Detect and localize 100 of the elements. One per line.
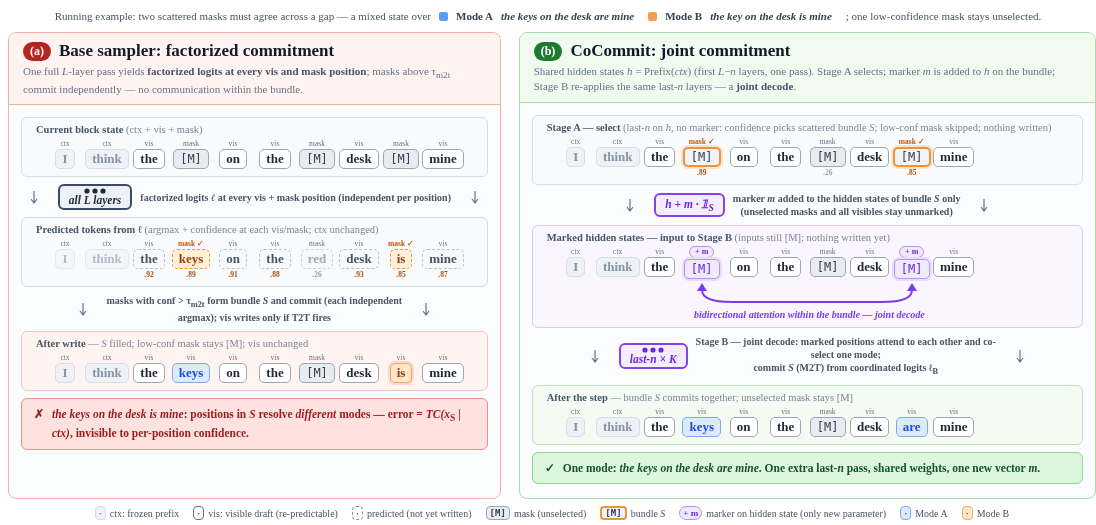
token-chip: the [644, 256, 676, 277]
token-chip: [M] [809, 256, 846, 277]
verdict-mark: ✓ [544, 460, 555, 476]
token-chip: think [85, 363, 129, 384]
arrow-down-icon [626, 197, 635, 212]
dots-icon [642, 347, 665, 354]
legend-swatch: · [900, 506, 912, 520]
token-chip: I [566, 416, 586, 437]
panel-badge: (b) [533, 41, 563, 61]
step-note: masks with conf > τ$_{m2t}$ form bundle S and commit (each independent argmax); vis writes only if T2T fires [106, 294, 403, 325]
token-chip: the [259, 249, 291, 270]
token-chip: desk [850, 256, 890, 277]
panel-title: Base sampler: factorized commitment [59, 41, 335, 61]
token-chip: on [729, 256, 758, 277]
legend-label: bundle S [630, 507, 666, 519]
legend-swatch: · [961, 506, 973, 520]
token-chip: the [770, 256, 802, 277]
panel-badge: (a) [23, 41, 51, 61]
token-chip: I [566, 256, 586, 277]
token-chip: [M] [892, 146, 931, 167]
step-note: marker m added to the hidden states of bundle S only (unselected masks and all visibles stay unmarked) [732, 191, 961, 218]
layer-chip: all L layers [57, 184, 133, 211]
legend-swatch: [M] [600, 506, 627, 520]
token-chip: mine [932, 416, 975, 437]
legend-label: ctx: frozen prefix [109, 507, 180, 519]
intro-text: ; one low-confidence mask stays unselected. [845, 10, 1042, 22]
token-chip: on [219, 249, 247, 270]
legend-swatch: · [94, 506, 106, 520]
legend-label: mask (unselected) [513, 507, 587, 519]
token-chip: desk [339, 149, 379, 170]
panel-description: Shared hidden states h = Prefix(ctx) (first L−n layers, one pass). Stage A selects; marker m is added to h on the bundle; Stage B re-applies the same last-n layers — a joint decode. [533, 64, 1057, 95]
legend-swatch: + m [679, 506, 703, 520]
legend-label: marker on hidden state (only new parameter) [706, 507, 887, 519]
card-heading: After write — S filled; low-conf mask stays [M]; vis unchanged [36, 338, 310, 350]
token-chip: [M] [682, 146, 721, 167]
legend-label: Mode A [915, 507, 948, 519]
token-chip: the [259, 149, 291, 170]
token-chip: is [389, 249, 413, 270]
token-chip: I [566, 146, 586, 167]
legend-swatch: · [193, 506, 205, 520]
token-chip: the [259, 363, 291, 384]
token-chip: I [55, 363, 75, 384]
arrow-down-icon [470, 190, 479, 205]
token-chip: are [895, 416, 928, 437]
intro-text: Running example: two scattered masks must agree across a gap — a mixed state over [54, 10, 431, 22]
token-chip: [M] [299, 363, 335, 384]
arrow-down-icon [590, 349, 599, 364]
arrow-down-icon [29, 190, 38, 205]
token-chip: mine [932, 146, 975, 167]
legend-label: Mode B [976, 507, 1010, 519]
verdict-text: One mode: the keys on the desk are mine. One extra last-n pass, shared weights, one new vector m. [562, 460, 1041, 477]
token-chip: mine [932, 256, 975, 277]
token-chip: on [219, 149, 247, 170]
token-chip: [M] [383, 149, 419, 170]
arrow-down-icon [422, 302, 431, 317]
layer-chip: h + m · 𝟙$_{S}$ [654, 192, 725, 217]
step-note: Stage B — joint decode: marked positions attend to each other and co- select one mode; commit S (M2T) from coordinated logits ℓ$_{B}$ [695, 334, 996, 378]
token-chip: desk [850, 146, 890, 167]
token-chip: [M] [173, 149, 209, 170]
card-heading: Predicted tokens from ℓ (argmax + confidence at each vis/mask; ctx unchanged) [36, 224, 380, 236]
token-chip: [M] [809, 416, 846, 437]
mode-label: Mode A [456, 10, 493, 22]
legend-label: predicted (not yet written) [366, 507, 472, 519]
token-chip: desk [850, 416, 890, 437]
legend-swatch: · [351, 506, 363, 520]
mode-label: Mode B [665, 10, 703, 22]
token-chip: keys [682, 416, 721, 437]
legend-swatch: [M] [485, 506, 510, 520]
token-chip: think [85, 249, 129, 270]
token-chip: keys [171, 363, 211, 384]
token-chip: [M] [809, 146, 846, 167]
token-chip: red [300, 249, 334, 270]
token-chip: mine [422, 249, 464, 270]
token-chip: the [133, 149, 165, 170]
token-chip: mine [422, 363, 464, 384]
legend-label: vis: visible draft (re-predictable) [208, 507, 338, 519]
token-chip: mine [422, 149, 464, 170]
token-chip: [M] [683, 258, 720, 279]
token-chip: [M] [893, 258, 930, 279]
panel-title: CoCommit: joint commitment [570, 41, 791, 61]
token-chip: the [770, 416, 802, 437]
token-chip: is [389, 363, 413, 384]
panel-description: One full L-layer pass yields factorized logits at every vis and mask position; masks above τ$_{m2t}$ commit independently — no communication within the bundle. [23, 64, 452, 97]
token-chip: the [133, 249, 165, 270]
mode-example: the keys on the desk are mine [501, 10, 635, 22]
token-chip: on [729, 146, 758, 167]
token-chip: think [85, 149, 129, 170]
card-heading: Current block state (ctx + vis + mask) [36, 124, 204, 136]
token-chip: on [729, 416, 758, 437]
token-chip: the [133, 363, 165, 384]
token-chip: keys [171, 249, 211, 270]
card-heading: Marked hidden states — input to Stage B (inputs still [M]; nothing written yet) [546, 231, 891, 243]
card-heading: After the step — bundle S commits together; unselected mask stays [M] [546, 391, 854, 403]
token-chip: I [55, 249, 75, 270]
attention-caption: bidirectional attention within the bundle — joint decode [692, 308, 926, 320]
token-chip: the [644, 146, 676, 167]
token-chip: the [770, 146, 802, 167]
token-chip: on [219, 363, 247, 384]
verdict-mark: ✗ [34, 407, 44, 423]
layer-chip: last-n × K [618, 343, 688, 370]
